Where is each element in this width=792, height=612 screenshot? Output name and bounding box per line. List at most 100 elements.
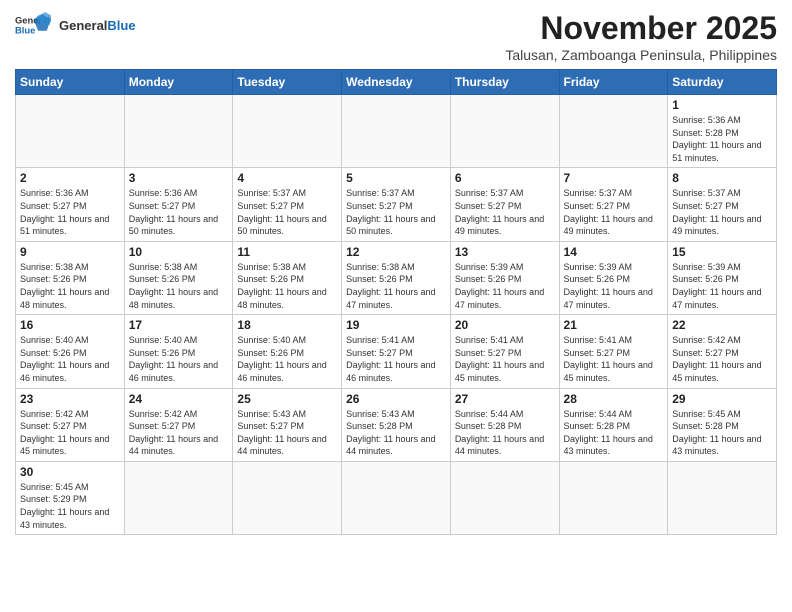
header-sunday: Sunday [16, 70, 125, 95]
table-row: 20 Sunrise: 5:41 AMSunset: 5:27 PMDayligh… [450, 315, 559, 388]
day-number: 10 [129, 245, 229, 259]
day-number: 7 [564, 171, 664, 185]
table-row: 29 Sunrise: 5:45 AMSunset: 5:28 PMDayligh… [668, 388, 777, 461]
day-number: 25 [237, 392, 337, 406]
table-row [233, 461, 342, 534]
logo: General Blue GeneralBlue [15, 10, 136, 40]
table-row: 11Sunrise: 5:38 AMSunset: 5:26 PMDayligh… [233, 241, 342, 314]
svg-text:Blue: Blue [15, 26, 35, 36]
calendar-week-row: 16 Sunrise: 5:40 AMSunset: 5:26 PMDayligh… [16, 315, 777, 388]
logo-icon: General Blue [15, 10, 51, 40]
day-info: Sunrise: 5:39 AMSunset: 5:26 PMDaylight:… [455, 261, 555, 311]
table-row [450, 461, 559, 534]
day-info: Sunrise: 5:45 AMSunset: 5:29 PMDaylight:… [20, 481, 120, 531]
table-row: 5 Sunrise: 5:37 AMSunset: 5:27 PMDaylight… [342, 168, 451, 241]
day-number: 19 [346, 318, 446, 332]
calendar-week-row: 1Sunrise: 5:36 AMSunset: 5:28 PMDaylight… [16, 95, 777, 168]
header-thursday: Thursday [450, 70, 559, 95]
header-wednesday: Wednesday [342, 70, 451, 95]
table-row: 22 Sunrise: 5:42 AMSunset: 5:27 PMDayligh… [668, 315, 777, 388]
table-row: 18 Sunrise: 5:40 AMSunset: 5:26 PMDayligh… [233, 315, 342, 388]
day-number: 16 [20, 318, 120, 332]
day-info: Sunrise: 5:41 AMSunset: 5:27 PMDaylight:… [564, 334, 664, 384]
header-tuesday: Tuesday [233, 70, 342, 95]
day-info: Sunrise: 5:37 AMSunset: 5:27 PMDaylight:… [672, 187, 772, 237]
day-info: Sunrise: 5:39 AMSunset: 5:26 PMDaylight:… [564, 261, 664, 311]
day-number: 15 [672, 245, 772, 259]
header-friday: Friday [559, 70, 668, 95]
day-number: 11 [237, 245, 337, 259]
weekday-header-row: Sunday Monday Tuesday Wednesday Thursday… [16, 70, 777, 95]
table-row [342, 95, 451, 168]
page-header: General Blue GeneralBlue November 2025 T… [15, 10, 777, 63]
day-number: 6 [455, 171, 555, 185]
table-row [668, 461, 777, 534]
table-row: 12 Sunrise: 5:38 AMSunset: 5:26 PMDayligh… [342, 241, 451, 314]
day-info: Sunrise: 5:38 AMSunset: 5:26 PMDaylight:… [129, 261, 229, 311]
table-row [559, 461, 668, 534]
day-info: Sunrise: 5:44 AMSunset: 5:28 PMDaylight:… [564, 408, 664, 458]
day-number: 1 [672, 98, 772, 112]
day-number: 30 [20, 465, 120, 479]
day-number: 24 [129, 392, 229, 406]
day-number: 12 [346, 245, 446, 259]
calendar-table: Sunday Monday Tuesday Wednesday Thursday… [15, 69, 777, 535]
day-info: Sunrise: 5:37 AMSunset: 5:27 PMDaylight:… [346, 187, 446, 237]
day-info: Sunrise: 5:36 AMSunset: 5:27 PMDaylight:… [129, 187, 229, 237]
day-info: Sunrise: 5:36 AMSunset: 5:27 PMDaylight:… [20, 187, 120, 237]
table-row: 28Sunrise: 5:44 AMSunset: 5:28 PMDayligh… [559, 388, 668, 461]
header-monday: Monday [124, 70, 233, 95]
table-row: 3 Sunrise: 5:36 AMSunset: 5:27 PMDaylight… [124, 168, 233, 241]
table-row: 19 Sunrise: 5:41 AMSunset: 5:27 PMDayligh… [342, 315, 451, 388]
day-number: 13 [455, 245, 555, 259]
day-number: 3 [129, 171, 229, 185]
day-info: Sunrise: 5:43 AMSunset: 5:28 PMDaylight:… [346, 408, 446, 458]
day-number: 14 [564, 245, 664, 259]
table-row: 2Sunrise: 5:36 AMSunset: 5:27 PMDaylight… [16, 168, 125, 241]
day-info: Sunrise: 5:41 AMSunset: 5:27 PMDaylight:… [455, 334, 555, 384]
day-info: Sunrise: 5:38 AMSunset: 5:26 PMDaylight:… [346, 261, 446, 311]
header-saturday: Saturday [668, 70, 777, 95]
day-info: Sunrise: 5:39 AMSunset: 5:26 PMDaylight:… [672, 261, 772, 311]
table-row: 15 Sunrise: 5:39 AMSunset: 5:26 PMDayligh… [668, 241, 777, 314]
page-subtitle: Talusan, Zamboanga Peninsula, Philippine… [505, 47, 777, 63]
day-info: Sunrise: 5:40 AMSunset: 5:26 PMDaylight:… [129, 334, 229, 384]
day-number: 20 [455, 318, 555, 332]
table-row: 6 Sunrise: 5:37 AMSunset: 5:27 PMDaylight… [450, 168, 559, 241]
day-info: Sunrise: 5:43 AMSunset: 5:27 PMDaylight:… [237, 408, 337, 458]
day-number: 23 [20, 392, 120, 406]
logo-text: GeneralBlue [59, 18, 136, 33]
table-row [342, 461, 451, 534]
table-row: 4Sunrise: 5:37 AMSunset: 5:27 PMDaylight… [233, 168, 342, 241]
calendar-week-row: 9Sunrise: 5:38 AMSunset: 5:26 PMDaylight… [16, 241, 777, 314]
day-info: Sunrise: 5:41 AMSunset: 5:27 PMDaylight:… [346, 334, 446, 384]
day-number: 26 [346, 392, 446, 406]
day-number: 4 [237, 171, 337, 185]
table-row: 25 Sunrise: 5:43 AMSunset: 5:27 PMDayligh… [233, 388, 342, 461]
day-info: Sunrise: 5:40 AMSunset: 5:26 PMDaylight:… [237, 334, 337, 384]
day-info: Sunrise: 5:42 AMSunset: 5:27 PMDaylight:… [672, 334, 772, 384]
table-row [124, 95, 233, 168]
day-info: Sunrise: 5:45 AMSunset: 5:28 PMDaylight:… [672, 408, 772, 458]
table-row [124, 461, 233, 534]
table-row: 17Sunrise: 5:40 AMSunset: 5:26 PMDayligh… [124, 315, 233, 388]
table-row: 27Sunrise: 5:44 AMSunset: 5:28 PMDayligh… [450, 388, 559, 461]
day-number: 29 [672, 392, 772, 406]
day-number: 22 [672, 318, 772, 332]
day-number: 5 [346, 171, 446, 185]
day-info: Sunrise: 5:37 AMSunset: 5:27 PMDaylight:… [455, 187, 555, 237]
table-row: 14 Sunrise: 5:39 AMSunset: 5:26 PMDayligh… [559, 241, 668, 314]
table-row [450, 95, 559, 168]
table-row: 9Sunrise: 5:38 AMSunset: 5:26 PMDaylight… [16, 241, 125, 314]
day-number: 21 [564, 318, 664, 332]
table-row [16, 95, 125, 168]
table-row [233, 95, 342, 168]
table-row: 7Sunrise: 5:37 AMSunset: 5:27 PMDaylight… [559, 168, 668, 241]
table-row: 8Sunrise: 5:37 AMSunset: 5:27 PMDaylight… [668, 168, 777, 241]
day-number: 18 [237, 318, 337, 332]
day-info: Sunrise: 5:42 AMSunset: 5:27 PMDaylight:… [20, 408, 120, 458]
day-info: Sunrise: 5:44 AMSunset: 5:28 PMDaylight:… [455, 408, 555, 458]
calendar-week-row: 30 Sunrise: 5:45 AMSunset: 5:29 PMDayligh… [16, 461, 777, 534]
table-row: 10 Sunrise: 5:38 AMSunset: 5:26 PMDayligh… [124, 241, 233, 314]
calendar-week-row: 2Sunrise: 5:36 AMSunset: 5:27 PMDaylight… [16, 168, 777, 241]
